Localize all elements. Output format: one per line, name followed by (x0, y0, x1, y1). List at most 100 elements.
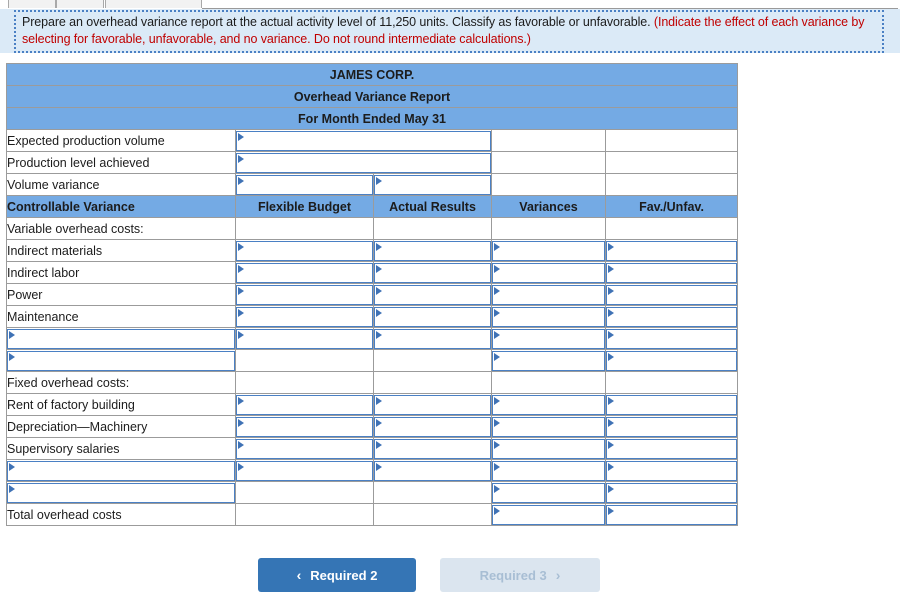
indirect-materials-fav-unfav-field[interactable] (606, 240, 738, 261)
input-cell-variable-blank-1-variances[interactable] (491, 327, 606, 350)
indirect-labor-actual-results-field[interactable] (374, 262, 491, 283)
input-cell-depreciation-actual-results[interactable] (373, 415, 492, 438)
expected-production-volume-field[interactable] (236, 130, 491, 151)
power-variances-field[interactable] (492, 284, 605, 305)
input-cell-power-actual-results[interactable] (373, 283, 492, 306)
variable-blank-1-label-field[interactable] (7, 328, 235, 349)
input-cell-fixed-subtotal-variances[interactable] (491, 481, 606, 504)
input-cell-variable-blank-1-actual-results[interactable] (373, 327, 492, 350)
input-cell-fixed-blank-1-flexible-budget[interactable] (235, 459, 374, 482)
input-cell-maintenance-flexible-budget[interactable] (235, 305, 374, 328)
production-level-achieved-field[interactable] (236, 152, 491, 173)
input-cell-total-fav-unfav[interactable] (604, 503, 739, 526)
required-3-button[interactable]: Required 3 › (440, 558, 600, 592)
input-cell-variable-blank-1-label[interactable] (6, 327, 236, 350)
power-flexible-budget-field[interactable] (236, 284, 373, 305)
input-cell-depreciation-variances[interactable] (491, 415, 606, 438)
fixed-blank-1-flexible-budget-field[interactable] (236, 460, 373, 481)
depreciation-variances-field[interactable] (492, 416, 605, 437)
indirect-materials-flexible-budget-field[interactable] (236, 240, 373, 261)
variable-subtotal-variances-field[interactable] (492, 350, 605, 371)
input-cell-volume-variance-favunfav[interactable] (373, 173, 492, 196)
input-cell-fixed-blank-1-variances[interactable] (491, 459, 606, 482)
depreciation-actual-results-field[interactable] (374, 416, 491, 437)
variable-blank-1-variances-field[interactable] (492, 328, 605, 349)
input-cell-rent-fav-unfav[interactable] (604, 393, 739, 416)
input-cell-indirect-labor-flexible-budget[interactable] (235, 261, 374, 284)
indirect-materials-actual-results-field[interactable] (374, 240, 491, 261)
input-cell-variable-subtotal-variances[interactable] (491, 349, 606, 372)
input-cell-fixed-blank-1-actual-results[interactable] (373, 459, 492, 482)
input-cell-indirect-materials-actual-results[interactable] (373, 239, 492, 262)
variable-blank-1-flexible-budget-field[interactable] (236, 328, 373, 349)
rent-fav-unfav-field[interactable] (606, 394, 738, 415)
maintenance-variances-field[interactable] (492, 306, 605, 327)
fixed-blank-1-label-field[interactable] (7, 460, 235, 481)
fixed-blank-1-fav-unfav-field[interactable] (606, 460, 738, 481)
indirect-labor-flexible-budget-field[interactable] (236, 262, 373, 283)
input-cell-rent-actual-results[interactable] (373, 393, 492, 416)
input-cell-maintenance-variances[interactable] (491, 305, 606, 328)
input-cell-maintenance-actual-results[interactable] (373, 305, 492, 328)
variable-blank-1-fav-unfav-field[interactable] (606, 328, 738, 349)
input-cell-fixed-subtotal-fav-unfav[interactable] (604, 481, 739, 504)
input-cell-variable-blank-1-flexible-budget[interactable] (235, 327, 374, 350)
maintenance-actual-results-field[interactable] (374, 306, 491, 327)
input-cell-power-flexible-budget[interactable] (235, 283, 374, 306)
input-cell-indirect-labor-variances[interactable] (491, 261, 606, 284)
input-cell-supervisory-actual-results[interactable] (373, 437, 492, 460)
required-2-button[interactable]: ‹ Required 2 (258, 558, 416, 592)
input-cell-rent-flexible-budget[interactable] (235, 393, 374, 416)
cut-off-tab-3[interactable] (105, 0, 202, 8)
input-cell-total-variances[interactable] (491, 503, 606, 526)
input-cell-depreciation-fav-unfav[interactable] (604, 415, 739, 438)
input-cell-volume-variance-amount[interactable] (235, 173, 374, 196)
supervisory-actual-results-field[interactable] (374, 438, 491, 459)
rent-variances-field[interactable] (492, 394, 605, 415)
input-cell-indirect-labor-actual-results[interactable] (373, 261, 492, 284)
fixed-subtotal-label-field[interactable] (7, 482, 235, 503)
cut-off-tab-1[interactable] (8, 0, 56, 8)
fixed-subtotal-variances-field[interactable] (492, 482, 605, 503)
input-cell-supervisory-variances[interactable] (491, 437, 606, 460)
input-cell-variable-subtotal-label[interactable] (6, 349, 236, 372)
input-cell-rent-variances[interactable] (491, 393, 606, 416)
fixed-subtotal-fav-unfav-field[interactable] (606, 482, 738, 503)
maintenance-fav-unfav-field[interactable] (606, 306, 738, 327)
input-cell-indirect-labor-fav-unfav[interactable] (604, 261, 739, 284)
fixed-blank-1-actual-results-field[interactable] (374, 460, 491, 481)
variable-subtotal-label-field[interactable] (7, 350, 235, 371)
power-actual-results-field[interactable] (374, 284, 491, 305)
input-cell-indirect-materials-flexible-budget[interactable] (235, 239, 374, 262)
fixed-blank-1-variances-field[interactable] (492, 460, 605, 481)
depreciation-fav-unfav-field[interactable] (606, 416, 738, 437)
depreciation-flexible-budget-field[interactable] (236, 416, 373, 437)
input-cell-maintenance-fav-unfav[interactable] (604, 305, 739, 328)
input-cell-variable-subtotal-fav-unfav[interactable] (604, 349, 739, 372)
input-cell-variable-blank-1-fav-unfav[interactable] (604, 327, 739, 350)
indirect-labor-variances-field[interactable] (492, 262, 605, 283)
input-cell-expected-production-volume[interactable] (235, 129, 492, 152)
volume-variance-amount-field[interactable] (236, 174, 373, 195)
variable-blank-1-actual-results-field[interactable] (374, 328, 491, 349)
total-fav-unfav-field[interactable] (606, 504, 738, 525)
maintenance-flexible-budget-field[interactable] (236, 306, 373, 327)
supervisory-fav-unfav-field[interactable] (606, 438, 738, 459)
power-fav-unfav-field[interactable] (606, 284, 738, 305)
input-cell-power-variances[interactable] (491, 283, 606, 306)
input-cell-fixed-blank-1-fav-unfav[interactable] (604, 459, 739, 482)
input-cell-fixed-subtotal-label[interactable] (6, 481, 236, 504)
rent-flexible-budget-field[interactable] (236, 394, 373, 415)
indirect-materials-variances-field[interactable] (492, 240, 605, 261)
volume-variance-favunfav-field[interactable] (374, 174, 491, 195)
supervisory-flexible-budget-field[interactable] (236, 438, 373, 459)
cut-off-tab-2[interactable] (56, 0, 104, 8)
input-cell-power-fav-unfav[interactable] (604, 283, 739, 306)
supervisory-variances-field[interactable] (492, 438, 605, 459)
input-cell-production-level-achieved[interactable] (235, 151, 492, 174)
total-variances-field[interactable] (492, 504, 605, 525)
input-cell-indirect-materials-variances[interactable] (491, 239, 606, 262)
variable-subtotal-fav-unfav-field[interactable] (606, 350, 738, 371)
rent-actual-results-field[interactable] (374, 394, 491, 415)
input-cell-indirect-materials-fav-unfav[interactable] (604, 239, 739, 262)
